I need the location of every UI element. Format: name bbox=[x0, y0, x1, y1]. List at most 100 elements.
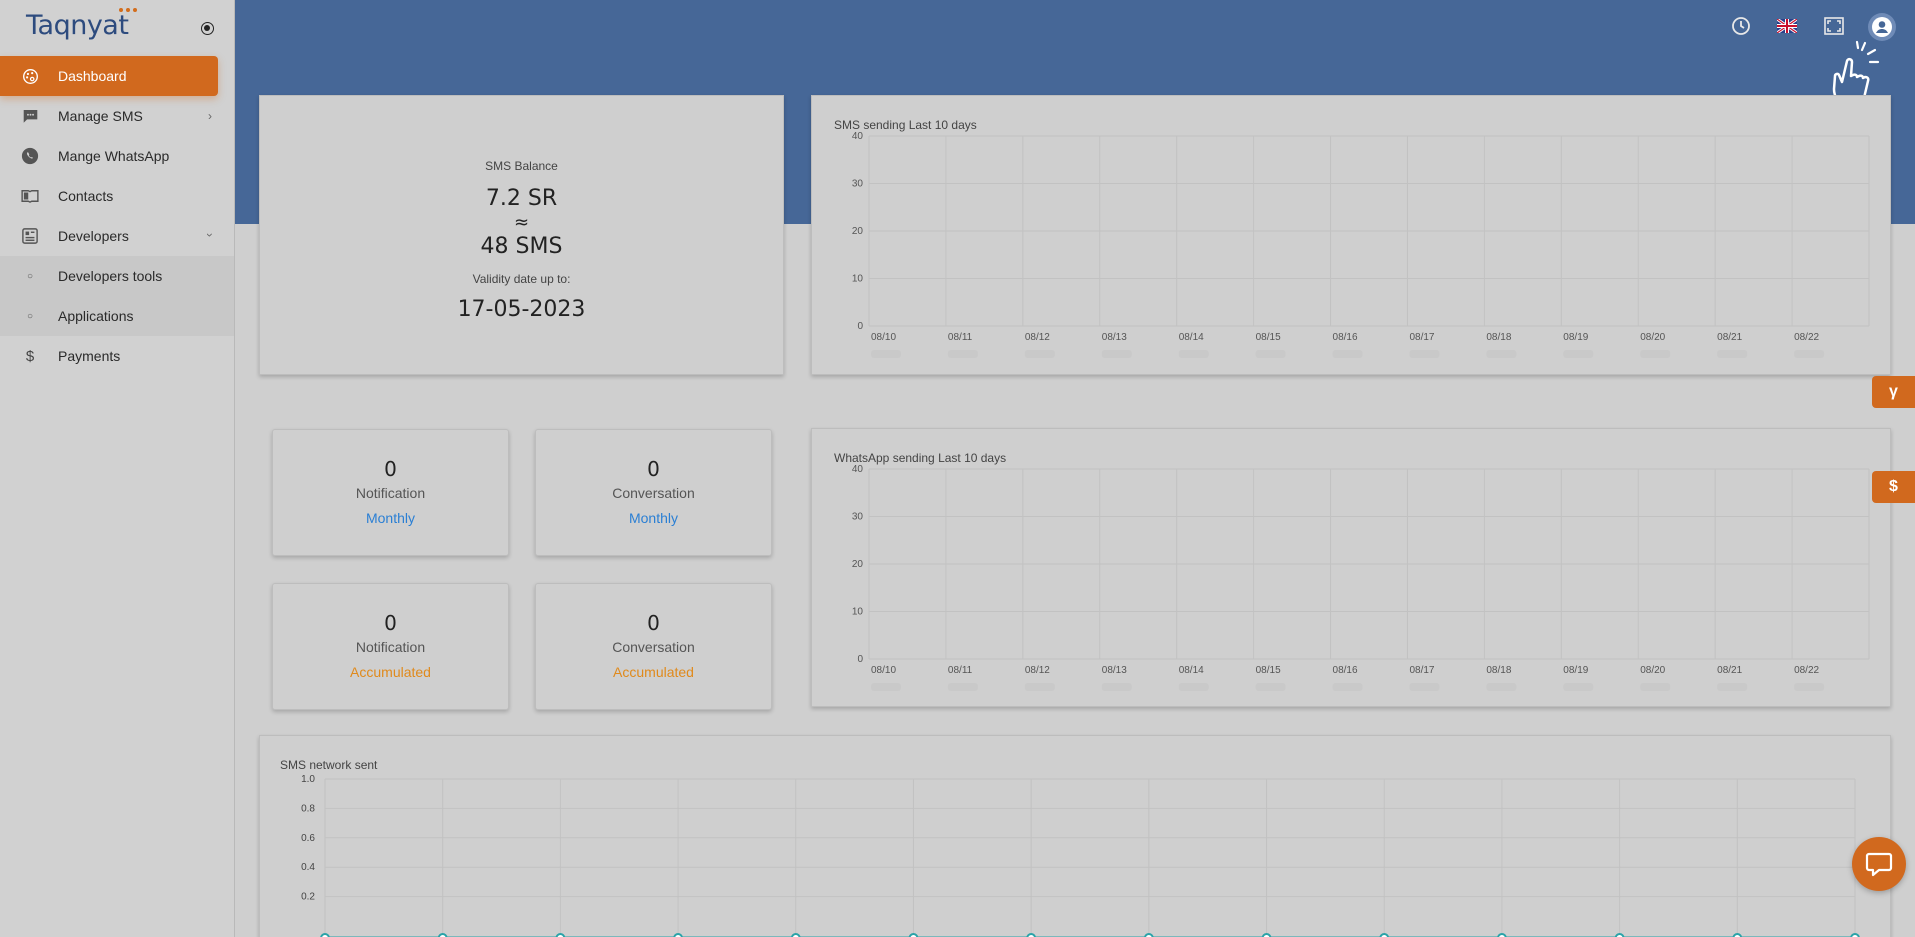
x-tick-label: 08/21 bbox=[1717, 665, 1742, 676]
legend-placeholder bbox=[1563, 683, 1594, 691]
side-tab-vat[interactable]: γ bbox=[1872, 376, 1915, 408]
balance-sms-count: 48 SMS bbox=[480, 234, 563, 259]
stat-value: 0 bbox=[647, 457, 660, 481]
sms-icon bbox=[21, 107, 39, 125]
history-icon[interactable] bbox=[1729, 14, 1753, 38]
sidebar-item-manage-sms[interactable]: Manage SMS › bbox=[0, 96, 234, 136]
x-tick-label: 08/16 bbox=[1333, 665, 1358, 676]
stat-card-conversation-accumulated: 0 Conversation Accumulated bbox=[535, 583, 772, 710]
x-tick-label: 08/10 bbox=[871, 665, 896, 676]
legend-placeholder bbox=[947, 683, 978, 691]
stat-period: Accumulated bbox=[350, 664, 431, 680]
x-tick-label: 08/22 bbox=[1794, 665, 1819, 676]
x-tick-label: 08/15 bbox=[1256, 665, 1281, 676]
x-tick-label: 08/19 bbox=[1563, 665, 1588, 676]
legend-placeholder bbox=[1717, 350, 1748, 358]
y-tick-label: 0 bbox=[857, 321, 863, 332]
x-tick-label: 08/14 bbox=[1179, 665, 1204, 676]
stat-value: 0 bbox=[647, 611, 660, 635]
whatsapp-sending-chart: 0 10 20 30 40 08/10 08/11 08/12 08/13 08/14 08/15 0… bbox=[852, 464, 1870, 691]
legend-placeholder bbox=[1640, 350, 1671, 358]
sidebar-collapse-toggle[interactable] bbox=[201, 22, 214, 35]
whatsapp-sending-chart-card: WhatsApp sending Last 10 days 0 10 20 30 40 0… bbox=[811, 428, 1891, 707]
sidebar: Taqnyat Dashboard Manage SMS › Mange Wha… bbox=[0, 0, 235, 937]
sidebar-item-whatsapp[interactable]: Mange WhatsApp bbox=[0, 136, 234, 176]
x-tick-label: 08/17 bbox=[1409, 332, 1434, 343]
legend-placeholder bbox=[1178, 683, 1209, 691]
legend-placeholder bbox=[1332, 683, 1363, 691]
sidebar-item-developers-tools[interactable]: ○ Developers tools bbox=[0, 256, 234, 296]
sidebar-item-label: Manage SMS bbox=[58, 108, 143, 124]
legend-placeholder bbox=[1409, 350, 1440, 358]
chevron-down-icon: › bbox=[203, 233, 217, 237]
uk-flag-icon[interactable] bbox=[1775, 14, 1799, 38]
stat-kind: Conversation bbox=[612, 485, 695, 501]
sidebar-item-dashboard[interactable]: Dashboard bbox=[0, 56, 218, 96]
x-tick-label: 08/13 bbox=[1102, 665, 1127, 676]
chat-support-button[interactable] bbox=[1852, 837, 1906, 891]
validity-label: Validity date up to: bbox=[472, 272, 571, 286]
chevron-right-icon: › bbox=[208, 109, 212, 123]
sidebar-nav: Dashboard Manage SMS › Mange WhatsApp Co… bbox=[0, 56, 234, 376]
side-tab-label: $ bbox=[1889, 478, 1898, 495]
balance-amount: 7.2 SR bbox=[485, 186, 558, 211]
legend-placeholder bbox=[1178, 350, 1209, 358]
stat-card-notification-monthly: 0 Notification Monthly bbox=[272, 429, 509, 556]
validity-date: 17-05-2023 bbox=[457, 297, 586, 322]
balance-approx: ≈ bbox=[513, 212, 530, 233]
x-tick-label: 08/18 bbox=[1486, 665, 1511, 676]
x-tick-label: 08/10 bbox=[871, 332, 896, 343]
legend-placeholder bbox=[1486, 683, 1517, 691]
x-tick-label: 08/19 bbox=[1563, 332, 1588, 343]
legend-placeholder bbox=[1563, 350, 1594, 358]
side-tab-label: γ bbox=[1889, 383, 1898, 400]
legend-placeholder bbox=[1486, 350, 1517, 358]
brand-name: Taqnyat bbox=[26, 10, 129, 41]
y-tick-label: 40 bbox=[852, 464, 864, 475]
y-tick-label: 40 bbox=[852, 131, 864, 142]
legend-placeholder bbox=[871, 350, 901, 358]
x-tick-label: 08/15 bbox=[1256, 332, 1281, 343]
stat-kind: Conversation bbox=[612, 639, 695, 655]
user-account-icon[interactable] bbox=[1868, 13, 1896, 41]
sms-network-sent-chart: 0.2 0.4 0.6 0.8 1.0 bbox=[301, 774, 1860, 937]
legend-placeholder bbox=[1409, 683, 1440, 691]
sms-balance-card: SMS Balance 7.2 SR ≈ 48 SMS Validity dat… bbox=[259, 95, 784, 375]
sidebar-item-label: Applications bbox=[58, 308, 134, 324]
side-tab-payment[interactable]: $ bbox=[1872, 471, 1915, 503]
sidebar-item-developers[interactable]: Developers › bbox=[0, 216, 234, 256]
legend-placeholder bbox=[1255, 350, 1286, 358]
fullscreen-icon[interactable] bbox=[1822, 14, 1846, 38]
stat-period: Monthly bbox=[628, 510, 679, 526]
x-tick-label: 08/12 bbox=[1025, 332, 1050, 343]
developers-submenu: ○ Developers tools ○ Applications bbox=[0, 256, 234, 336]
legend-placeholder bbox=[871, 683, 901, 691]
y-tick-label: 20 bbox=[852, 226, 864, 237]
y-tick-label: 0.6 bbox=[301, 833, 315, 844]
x-tick-label: 08/16 bbox=[1333, 332, 1358, 343]
x-tick-label: 08/20 bbox=[1640, 665, 1665, 676]
sidebar-item-contacts[interactable]: Contacts bbox=[0, 176, 234, 216]
stat-kind: Notification bbox=[355, 485, 426, 501]
x-tick-label: 08/17 bbox=[1409, 665, 1434, 676]
x-tick-label: 08/14 bbox=[1179, 332, 1204, 343]
stat-card-conversation-monthly: 0 Conversation Monthly bbox=[535, 429, 772, 556]
x-tick-label: 08/11 bbox=[948, 332, 973, 343]
stat-period: Accumulated bbox=[613, 664, 694, 680]
sidebar-item-label: Mange WhatsApp bbox=[58, 148, 170, 164]
sidebar-item-applications[interactable]: ○ Applications bbox=[0, 296, 234, 336]
sidebar-item-label: Contacts bbox=[58, 188, 114, 204]
legend-placeholder bbox=[1024, 683, 1055, 691]
y-tick-label: 30 bbox=[852, 512, 864, 523]
whatsapp-icon bbox=[21, 147, 39, 165]
brand-logo[interactable]: Taqnyat bbox=[26, 8, 137, 50]
sidebar-item-payments[interactable]: $ Payments bbox=[0, 336, 234, 376]
y-tick-label: 0.8 bbox=[301, 803, 315, 814]
palette-icon bbox=[21, 67, 39, 85]
x-tick-label: 08/20 bbox=[1640, 332, 1665, 343]
chat-bubble-icon bbox=[1865, 852, 1893, 877]
legend-placeholder bbox=[1717, 683, 1748, 691]
legend-placeholder bbox=[1794, 683, 1825, 691]
circle-bullet-icon: ○ bbox=[26, 270, 34, 282]
sms-sending-chart: 0 10 20 30 40 08/10 08/11 08/12 08/13 08/14 08/15 0… bbox=[852, 131, 1870, 358]
